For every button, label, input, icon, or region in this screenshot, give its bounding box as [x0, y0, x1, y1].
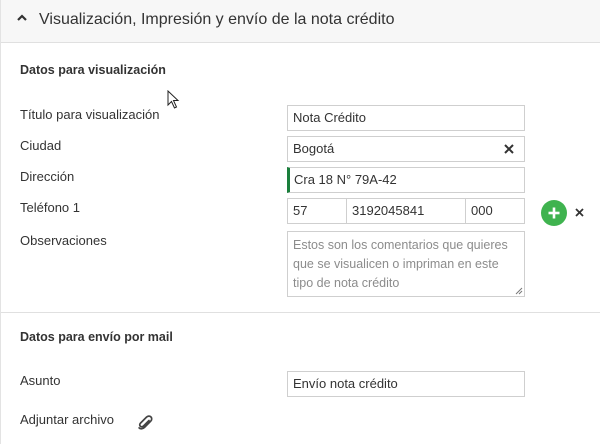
plus-icon	[548, 207, 560, 219]
section-header[interactable]: Visualización, Impresión y envío de la n…	[1, 0, 600, 43]
phone-extension-input[interactable]: 000	[465, 198, 525, 224]
settings-panel: Visualización, Impresión y envío de la n…	[0, 0, 600, 444]
add-phone-button[interactable]	[541, 200, 567, 226]
observaciones-label: Observaciones	[20, 233, 107, 248]
phone-country-code-input[interactable]: 57	[287, 198, 347, 224]
observaciones-textarea[interactable]: Estos son los comentarios que quieres qu…	[287, 231, 525, 297]
telefono-label: Teléfono 1	[20, 200, 80, 215]
ciudad-select[interactable]: Bogotá	[287, 136, 525, 162]
section-header-title: Visualización, Impresión y envío de la n…	[39, 11, 395, 28]
direccion-input[interactable]: Cra 18 N° 79A-42	[287, 167, 525, 193]
titulo-input[interactable]: Nota Crédito	[287, 105, 525, 131]
ciudad-label: Ciudad	[20, 138, 62, 153]
asunto-input[interactable]: Envío nota crédito	[287, 371, 525, 397]
asunto-label: Asunto	[20, 373, 61, 388]
remove-phone-icon[interactable]	[574, 206, 585, 219]
display-section-title: Datos para visualización	[20, 63, 166, 77]
mouse-cursor-icon	[167, 90, 180, 109]
chevron-up-icon[interactable]	[15, 11, 29, 25]
titulo-label: Título para visualización	[20, 107, 160, 122]
phone-number-input[interactable]: 3192045841	[346, 198, 466, 224]
paperclip-icon[interactable]	[137, 413, 153, 431]
clear-icon[interactable]	[503, 142, 515, 156]
mail-section-title: Datos para envío por mail	[20, 330, 173, 344]
adjuntar-label: Adjuntar archivo	[20, 412, 114, 427]
resize-handle-icon[interactable]	[515, 287, 523, 295]
observaciones-placeholder: Estos son los comentarios que quieres qu…	[293, 238, 508, 290]
section-divider	[1, 312, 600, 313]
ciudad-value: Bogotá	[293, 141, 335, 156]
direccion-label: Dirección	[20, 169, 75, 184]
